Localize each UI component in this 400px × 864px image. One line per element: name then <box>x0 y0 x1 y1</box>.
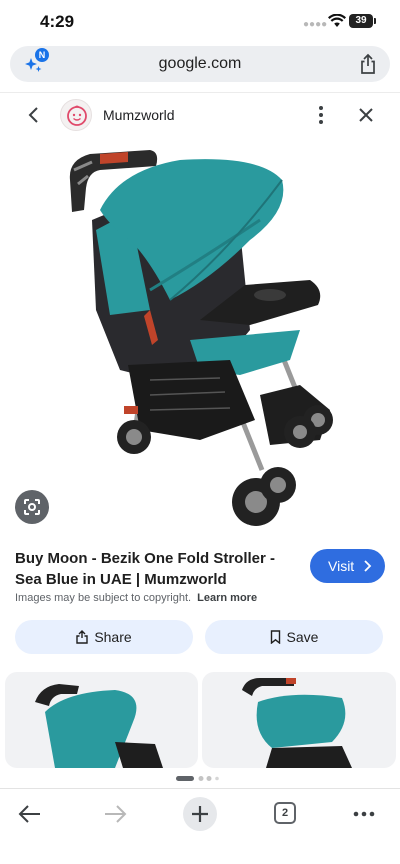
status-bar: 4:29 ●●●● 39 <box>0 0 400 42</box>
copyright-notice: Images may be subject to copyright. Lear… <box>15 592 257 604</box>
share-label: Share <box>94 629 132 645</box>
address-bar[interactable]: N google.com <box>10 46 390 82</box>
url-text[interactable]: google.com <box>10 55 390 73</box>
more-horiz-icon[interactable] <box>352 803 376 825</box>
status-time: 4:29 <box>40 12 75 31</box>
wifi-icon <box>328 14 346 27</box>
save-label: Save <box>286 629 319 645</box>
share-button[interactable]: Share <box>15 620 193 654</box>
related-image[interactable] <box>5 672 198 768</box>
save-button[interactable]: Save <box>205 620 383 654</box>
tab-switcher-button[interactable]: 2 <box>274 802 296 824</box>
site-logo <box>60 99 92 131</box>
back-arrow-icon[interactable] <box>18 803 42 825</box>
pagination-dots <box>176 776 219 781</box>
bookmark-icon <box>270 630 280 645</box>
new-tab-button[interactable] <box>183 797 217 831</box>
product-image[interactable] <box>0 140 400 530</box>
learn-more-link[interactable]: Learn more <box>197 592 257 604</box>
related-image[interactable] <box>202 672 396 768</box>
close-icon[interactable] <box>356 105 376 125</box>
chevron-right-icon <box>364 560 372 572</box>
back-chevron-icon[interactable] <box>24 105 44 125</box>
site-name[interactable]: Mumzworld <box>103 107 175 123</box>
copyright-text: Images may be subject to copyright. <box>15 592 192 604</box>
battery-indicator: 39 <box>349 14 376 28</box>
forward-arrow-icon[interactable] <box>103 803 127 825</box>
more-vert-icon[interactable] <box>312 103 330 127</box>
share-icon[interactable] <box>358 53 378 75</box>
result-title[interactable]: Buy Moon - Bezik One Fold Stroller - Sea… <box>15 548 295 590</box>
bottom-toolbar: 2 <box>0 788 400 864</box>
lens-icon <box>24 499 40 515</box>
lens-search-button[interactable] <box>15 490 49 524</box>
plus-icon <box>192 806 208 822</box>
visit-button[interactable]: Visit <box>310 549 385 583</box>
visit-label: Visit <box>328 558 355 574</box>
share-icon <box>76 630 89 644</box>
image-panel-header: Mumzworld <box>0 92 400 138</box>
signal-dots-icon: ●●●● <box>303 19 328 30</box>
